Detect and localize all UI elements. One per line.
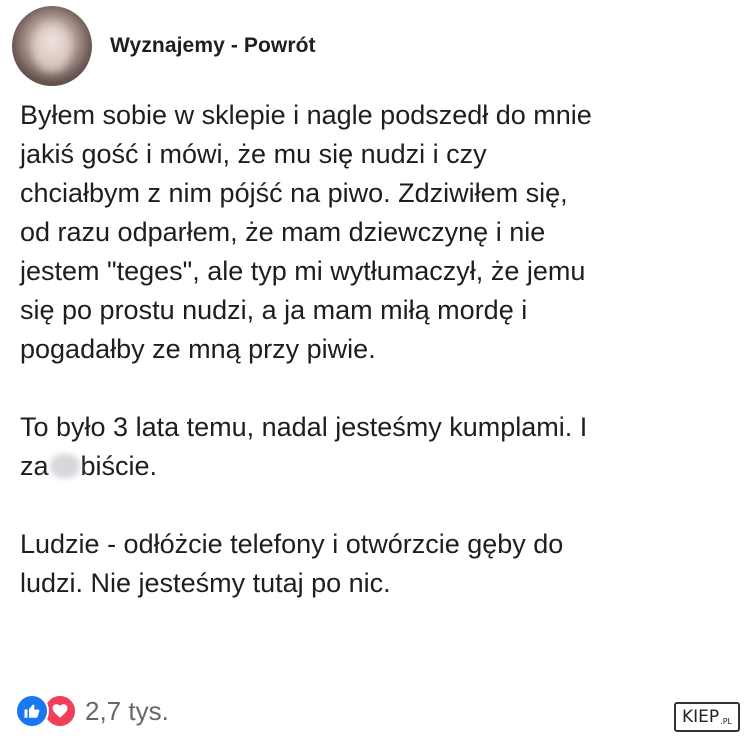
text-line: się po prostu nudzi, a ja mam miłą mordę… xyxy=(20,295,528,325)
text-line: ludzi. Nie jesteśmy tutaj po nic. xyxy=(20,568,391,598)
watermark-brand: KIEP xyxy=(682,707,720,727)
paragraph-2: To było 3 lata temu, nadal jesteśmy kump… xyxy=(20,408,740,486)
censored-line: za biście. xyxy=(20,447,740,486)
text-line: jakiś gość i mówi, że mu się nudzi i czy xyxy=(20,139,487,169)
watermark-tld: .PL xyxy=(720,717,732,726)
text-line: jestem "teges", ale typ mi wytłumaczył, … xyxy=(20,256,586,286)
paragraph-3: Ludzie - odłóżcie telefony i otwórzcie g… xyxy=(20,525,740,603)
like-icon xyxy=(15,694,49,728)
text-line: od razu odparłem, że mam dziewczynę i ni… xyxy=(20,217,546,247)
censor-blur xyxy=(49,454,80,478)
kiep-watermark-logo: KIEP .PL xyxy=(674,702,740,732)
text-line: To było 3 lata temu, nadal jesteśmy kump… xyxy=(20,412,588,442)
text-line: pogadałby ze mną przy piwie. xyxy=(20,334,376,364)
paragraph-1: Byłem sobie w sklepie i nagle podszedł d… xyxy=(20,96,740,369)
author-name[interactable]: Wyznajemy - Powrót xyxy=(110,34,316,58)
text-line: Byłem sobie w sklepie i nagle podszedł d… xyxy=(20,100,592,130)
post: Wyznajemy - Powrót Byłem sobie w sklepie… xyxy=(0,0,750,742)
post-header: Wyznajemy - Powrót xyxy=(12,6,316,86)
text-line: Ludzie - odłóżcie telefony i otwórzcie g… xyxy=(20,529,564,559)
text-line: chciałbym z nim pójść na piwo. Zdziwiłem… xyxy=(20,178,568,208)
censored-suffix: biście. xyxy=(80,451,158,481)
reactions-bar[interactable]: 2,7 tys. xyxy=(15,693,169,729)
censored-prefix: za xyxy=(20,451,49,481)
post-text: Byłem sobie w sklepie i nagle podszedł d… xyxy=(20,96,740,603)
reaction-count[interactable]: 2,7 tys. xyxy=(85,696,169,727)
avatar[interactable] xyxy=(12,6,92,86)
